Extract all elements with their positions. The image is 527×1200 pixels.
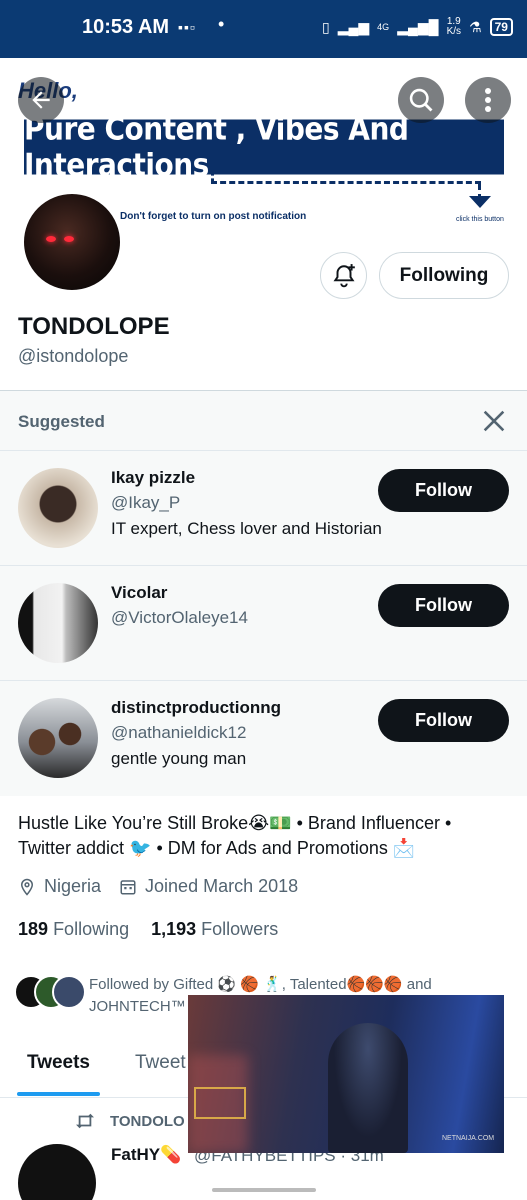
tab-tweets-replies[interactable]: Tweet [135, 1052, 186, 1074]
tweet-author-name[interactable]: FatHY💊 [111, 1145, 181, 1165]
profile-handle: @istondolope [18, 346, 129, 366]
back-button[interactable] [18, 77, 64, 123]
profile-meta: Nigeria Joined March 2018 [18, 876, 298, 897]
tab-tweets[interactable]: Tweets [27, 1052, 90, 1074]
bell-plus-icon [333, 263, 355, 287]
suggested-user-name[interactable]: Ikay pizzle [111, 468, 195, 488]
more-vertical-icon [485, 88, 491, 112]
retweeted-by: TONDOLO [110, 1112, 185, 1130]
suggested-user-handle: @nathanieldick12 [111, 723, 247, 742]
follow-stats: 189 Following 1,193 Followers [18, 919, 278, 940]
banner-notification-text: Don't forget to turn on post notificatio… [120, 211, 307, 222]
net-speed: 1.9 K/s [446, 16, 462, 37]
profile-name: TONDOLOPE [18, 313, 170, 340]
suggested-user-avatar[interactable] [18, 698, 98, 778]
suggested-user-handle: @Ikay_P [111, 493, 181, 512]
suggested-user-avatar[interactable] [18, 468, 98, 548]
suggested-user-handle: @VictorOlaleye14 [111, 608, 248, 627]
followers-stat[interactable]: 1,193 Followers [151, 919, 278, 940]
status-icons-left: ▪▪▫ [178, 19, 196, 35]
banner-dashed-line [211, 170, 481, 184]
following-count: 189 [18, 919, 49, 939]
home-indicator[interactable] [212, 1188, 316, 1192]
suggested-user-row[interactable]: Vicolar @VictorOlaleye14 Follow [0, 565, 527, 680]
location-item: Nigeria [18, 876, 101, 897]
suggested-user-avatar[interactable] [18, 583, 98, 663]
bio-line: Hustle Like You’re Still Broke😭💵 • Brand… [18, 813, 452, 833]
followed-by-avatars [14, 975, 86, 1011]
video-frame-figure [328, 1023, 408, 1153]
follow-button[interactable]: Follow [378, 699, 509, 742]
back-arrow-icon [32, 91, 50, 109]
avatar-eye [46, 236, 56, 242]
retweet-icon [76, 1113, 94, 1129]
followers-count: 1,193 [151, 919, 197, 939]
notification-bell-button[interactable] [320, 252, 367, 299]
follow-button[interactable]: Follow [378, 469, 509, 512]
avatar-eye [64, 236, 74, 242]
suggested-user-name[interactable]: Vicolar [111, 583, 167, 603]
profile-avatar[interactable] [20, 190, 124, 294]
vibrate-icon: ▯ [322, 18, 330, 35]
retweet-line: TONDOLO [74, 1112, 185, 1130]
location-pin-icon [20, 878, 34, 896]
video-logo [194, 1087, 246, 1119]
video-watermark: NETNAIJA.COM [442, 1135, 495, 1142]
battery-icon: 79 [489, 18, 513, 36]
status-time: 10:53 AM [82, 16, 170, 38]
suggested-user-bio: gentle young man [111, 749, 247, 768]
search-button[interactable] [398, 77, 444, 123]
follow-button[interactable]: Follow [378, 584, 509, 627]
following-button[interactable]: Following [379, 252, 509, 299]
suggested-title: Suggested [18, 412, 105, 431]
notification-dot: • [218, 14, 225, 34]
search-icon [409, 88, 433, 112]
signal-icon-2: ▂▄▆█ [397, 18, 439, 35]
suggested-user-name[interactable]: distinctproductionng [111, 698, 281, 718]
banner-click-text: click this button [456, 216, 504, 223]
tweet-author-avatar[interactable] [18, 1144, 96, 1200]
avatar [52, 975, 86, 1009]
calendar-icon [120, 879, 136, 894]
banner-headline: Pure Content , Vibes And Interactions [24, 111, 504, 183]
following-label: Following [53, 919, 130, 939]
suggested-user-row[interactable]: Ikay pizzle @Ikay_P IT expert, Chess lov… [0, 450, 527, 565]
flask-icon: ⚗ [469, 18, 482, 35]
floating-video-player[interactable]: NETNAIJA.COM [188, 995, 504, 1153]
banner-arrow-icon [469, 196, 491, 208]
bio-line: Twitter addict 🐦 • DM for Ads and Promot… [18, 838, 416, 858]
tab-indicator [17, 1092, 100, 1096]
suggested-panel: Suggested Ikay pizzle @Ikay_P IT expert,… [0, 390, 527, 796]
following-stat[interactable]: 189 Following [18, 919, 129, 940]
joined-text: Joined March 2018 [145, 876, 299, 896]
more-options-button[interactable] [465, 77, 511, 123]
joined-item: Joined March 2018 [119, 876, 298, 897]
network-type: 4G [377, 22, 390, 32]
suggested-user-bio: IT expert, Chess lover and Historian [111, 519, 382, 538]
status-bar: 10:53 AM ▪▪▫ • ▯ ▂▄▆ 4G ▂▄▆█ 1.9 K/s ⚗ 7… [0, 0, 527, 58]
close-icon[interactable] [480, 407, 508, 435]
suggested-user-row[interactable]: distinctproductionng @nathanieldick12 ge… [0, 680, 527, 795]
followers-label: Followers [201, 919, 279, 939]
status-icons-right: ▯ ▂▄▆ 4G ▂▄▆█ 1.9 K/s ⚗ 79 [322, 17, 513, 37]
profile-bio: Hustle Like You’re Still Broke😭💵 • Brand… [18, 811, 513, 861]
signal-icon: ▂▄▆ [337, 18, 370, 35]
location-text: Nigeria [44, 876, 102, 896]
